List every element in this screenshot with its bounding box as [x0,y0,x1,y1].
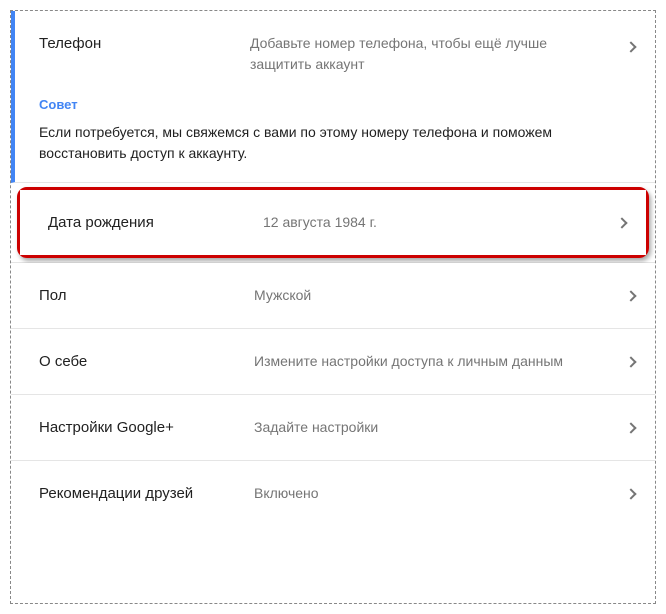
row-birthday-value: 12 августа 1984 г. [263,212,622,233]
phone-hint-title: Совет [39,97,631,112]
row-phone-label: Телефон [39,33,250,75]
row-friends-value: Включено [254,483,631,504]
row-phone: Телефон Добавьте номер телефона, чтобы е… [11,11,655,183]
settings-list: Телефон Добавьте номер телефона, чтобы е… [11,11,655,526]
settings-panel: Телефон Добавьте номер телефона, чтобы е… [10,10,656,604]
phone-hint-text: Если потребуется, мы свяжемся с вами по … [39,122,629,164]
row-phone-value: Добавьте номер телефона, чтобы ещё лучше… [250,33,621,75]
row-about-value: Измените настройки доступа к личным данн… [254,351,631,372]
row-gplus[interactable]: Настройки Google+ Задайте настройки [11,395,655,461]
row-gender-value: Мужской [254,285,631,306]
row-gplus-label: Настройки Google+ [39,417,254,438]
highlight-birthday: Дата рождения 12 августа 1984 г. [17,187,649,258]
row-gender-label: Пол [39,285,254,306]
row-gender[interactable]: Пол Мужской [11,263,655,329]
chevron-right-icon [625,41,636,52]
row-about-label: О себе [39,351,254,372]
row-phone-clickable[interactable]: Телефон Добавьте номер телефона, чтобы е… [39,33,631,75]
row-friends-label: Рекомендации друзей [39,483,254,504]
row-birthday[interactable]: Дата рождения 12 августа 1984 г. [20,190,646,255]
row-gplus-value: Задайте настройки [254,417,631,438]
row-friends[interactable]: Рекомендации друзей Включено [11,461,655,526]
row-birthday-label: Дата рождения [48,212,263,233]
row-about[interactable]: О себе Измените настройки доступа к личн… [11,329,655,395]
